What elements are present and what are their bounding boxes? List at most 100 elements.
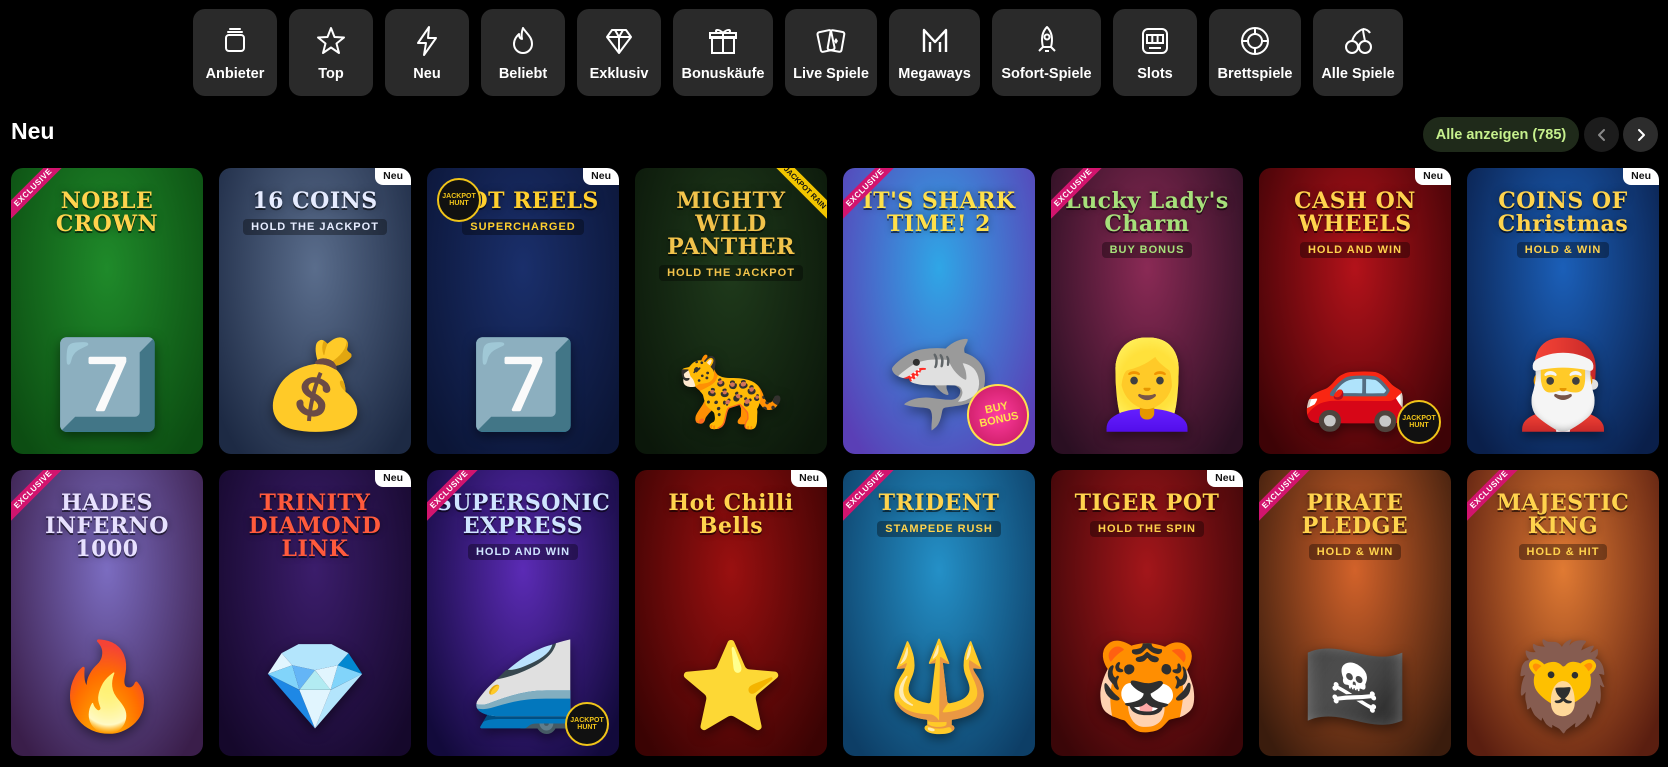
game-tile[interactable]: COINS OF Christmas HOLD & WIN 🎅 Neu (1467, 168, 1659, 454)
game-artwork: ⭐ (677, 639, 785, 735)
game-title: Hot Chilli Bells (668, 490, 794, 540)
game-artwork: 🚄 (469, 639, 577, 735)
category-top[interactable]: Top (289, 9, 373, 96)
category-live-spiele[interactable]: Live Spiele (785, 9, 877, 96)
category-label: Sofort-Spiele (1001, 65, 1092, 82)
new-badge: Neu (375, 470, 411, 487)
game-artwork: 🐆 (677, 337, 785, 433)
game-title: COINS OF Christmas (1497, 188, 1629, 238)
show-all-button[interactable]: Alle anzeigen (785) (1423, 117, 1579, 152)
game-artwork: 🎅 (1509, 337, 1617, 433)
category-label: Bonuskäufe (681, 65, 765, 82)
game-tile[interactable]: 16 COINS HOLD THE JACKPOT 💰 Neu (219, 168, 411, 454)
chevron-right-icon (1637, 128, 1645, 141)
jackpot-hunt-badge: JACKPOT HUNT (437, 178, 481, 222)
game-subtitle: HOLD AND WIN (1299, 242, 1411, 259)
game-title: IT'S SHARK TIME! 2 (862, 188, 1016, 238)
game-subtitle: SUPERCHARGED (462, 219, 584, 236)
game-artwork: 7️⃣ (53, 337, 161, 433)
roulette-chip-icon (1241, 26, 1269, 55)
game-title: NOBLE CROWN (55, 188, 159, 238)
category-anbieter[interactable]: Anbieter (193, 9, 277, 96)
game-title: 16 COINS (252, 188, 378, 214)
new-badge: Neu (583, 168, 619, 185)
game-tile[interactable]: SUPERSONIC EXPRESS HOLD AND WIN 🚄 EXCLUSIVE… (427, 470, 619, 756)
category-megaways[interactable]: Megaways (889, 9, 980, 96)
section-title: Neu (11, 118, 55, 144)
game-tile[interactable]: Hot Chilli Bells ⭐ Neu (635, 470, 827, 756)
game-title: Lucky Lady's Charm (1065, 188, 1229, 238)
game-subtitle: HOLD THE JACKPOT (243, 219, 387, 236)
game-title: MAJESTIC KING (1496, 490, 1630, 540)
new-badge: Neu (375, 168, 411, 185)
category-nav: Anbieter Top Neu Beliebt Exklusiv Bonuskäufe L… (193, 9, 1403, 96)
carousel-prev-button[interactable] (1584, 117, 1619, 152)
new-badge: Neu (1623, 168, 1659, 185)
game-subtitle: HOLD THE JACKPOT (659, 265, 803, 282)
game-subtitle: HOLD & WIN (1516, 242, 1610, 259)
game-title: TRINITY DIAMOND LINK (248, 490, 382, 563)
game-tile[interactable]: CASH ON WHEELS HOLD AND WIN 🚗 Neu JACKPOT HU… (1259, 168, 1451, 454)
category-sofort-spiele[interactable]: Sofort-Spiele (992, 9, 1101, 96)
new-badge: Neu (791, 470, 827, 487)
game-artwork: 🔱 (885, 639, 993, 735)
category-brettspiele[interactable]: Brettspiele (1209, 9, 1301, 96)
category-neu[interactable]: Neu (385, 9, 469, 96)
game-tile[interactable]: PIRATE PLEDGE HOLD & WIN 🏴‍☠️ EXCLUSIVE (1259, 470, 1451, 756)
game-subtitle: HOLD & HIT (1518, 544, 1608, 561)
game-subtitle: STAMPEDE RUSH (877, 521, 1001, 538)
slot-machine-icon (1142, 27, 1168, 54)
game-tile[interactable]: NOBLE CROWN 7️⃣ EXCLUSIVE (11, 168, 203, 454)
game-artwork: 7️⃣ (469, 337, 577, 433)
game-grid: NOBLE CROWN 7️⃣ EXCLUSIVE 16 COINS HOLD THE … (11, 168, 1659, 756)
game-subtitle: HOLD & WIN (1308, 544, 1402, 561)
star-icon (317, 26, 345, 54)
game-artwork: 🚗 (1301, 337, 1409, 433)
category-label: Slots (1137, 65, 1173, 82)
category-label: Neu (413, 65, 441, 82)
game-artwork: 💰 (261, 337, 369, 433)
jackpot-hunt-badge: JACKPOT HUNT (565, 702, 609, 746)
category-bonuskäufe[interactable]: Bonuskäufe (673, 9, 773, 96)
new-badge: Neu (1415, 168, 1451, 185)
game-title: TRIDENT (878, 490, 1000, 516)
category-label: Brettspiele (1217, 65, 1293, 82)
category-beliebt[interactable]: Beliebt (481, 9, 565, 96)
game-subtitle: HOLD THE SPIN (1090, 521, 1204, 538)
game-tile[interactable]: Lucky Lady's Charm BUY BONUS 👱‍♀️ EXCLUSIVE (1051, 168, 1243, 454)
game-artwork: 🦁 (1509, 639, 1617, 735)
game-tile[interactable]: HADES INFERNO 1000 🔥 EXCLUSIVE (11, 470, 203, 756)
category-label: Live Spiele (793, 65, 869, 82)
new-badge: Neu (1207, 470, 1243, 487)
cherries-icon (1345, 27, 1372, 54)
game-artwork: 🐯 (1093, 639, 1201, 735)
category-slots[interactable]: Slots (1113, 9, 1197, 96)
game-title: HADES INFERNO 1000 (45, 490, 169, 563)
flame-icon (513, 26, 533, 54)
category-exklusiv[interactable]: Exklusiv (577, 9, 661, 96)
game-tile[interactable]: TRINITY DIAMOND LINK 💎 Neu (219, 470, 411, 756)
carousel-next-button[interactable] (1623, 117, 1658, 152)
jackpot-hunt-badge: JACKPOT HUNT (1397, 400, 1441, 444)
category-label: Beliebt (498, 65, 548, 82)
chevron-left-icon (1597, 128, 1605, 141)
category-label: Alle Spiele (1321, 65, 1395, 82)
game-title: MIGHTY WILD PANTHER (667, 188, 795, 261)
game-artwork: 👱‍♀️ (1093, 337, 1201, 433)
game-tile[interactable]: MIGHTY WILD PANTHER HOLD THE JACKPOT 🐆 JACK… (635, 168, 827, 454)
megaways-m-icon (922, 28, 947, 52)
game-tile[interactable]: IT'S SHARK TIME! 2 🦈 EXCLUSIVE BUY BONUS (843, 168, 1035, 454)
game-tile[interactable]: TIGER POT HOLD THE SPIN 🐯 Neu (1051, 470, 1243, 756)
game-artwork: 🔥 (53, 639, 161, 735)
category-alle-spiele[interactable]: Alle Spiele (1313, 9, 1403, 96)
game-tile[interactable]: HOT REELS SUPERCHARGED 7️⃣ Neu JACKPOT HUNT (427, 168, 619, 454)
diamond-icon (606, 28, 632, 54)
category-label: Exklusiv (589, 65, 649, 82)
game-tile[interactable]: MAJESTIC KING HOLD & HIT 🦁 EXCLUSIVE (1467, 470, 1659, 756)
game-artwork: 🏴‍☠️ (1301, 639, 1409, 735)
game-subtitle: HOLD AND WIN (467, 544, 579, 561)
game-title: SUPERSONIC EXPRESS (435, 490, 611, 540)
cards-stack-icon (225, 27, 245, 52)
category-label: Top (318, 65, 344, 82)
game-tile[interactable]: TRIDENT STAMPEDE RUSH 🔱 EXCLUSIVE (843, 470, 1035, 756)
